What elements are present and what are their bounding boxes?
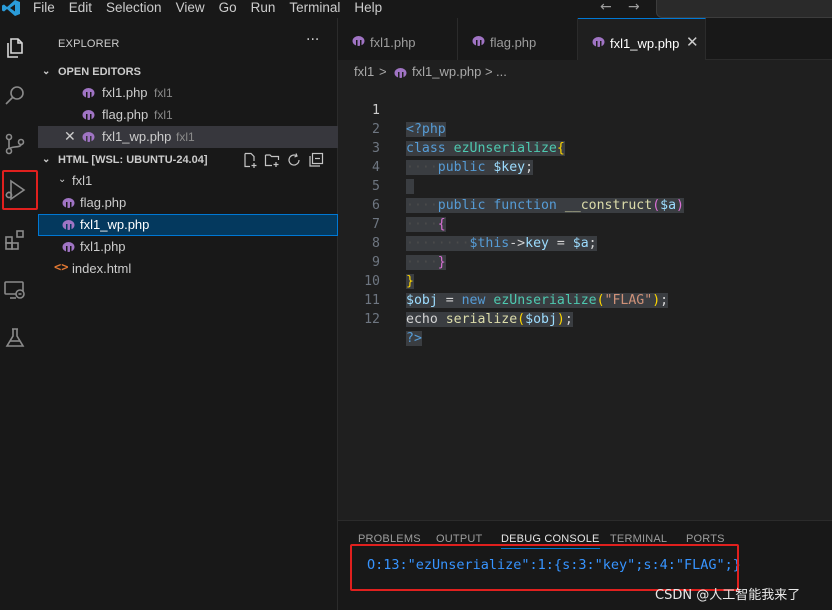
activity-bar [0, 18, 38, 610]
menu-view[interactable]: View [176, 0, 205, 18]
menu-run[interactable]: Run [251, 0, 276, 18]
explorer-toolbar [242, 152, 330, 170]
menu-go[interactable]: Go [219, 0, 237, 18]
menu-terminal[interactable]: Terminal [289, 0, 340, 18]
code-line: 5 ····public function __construct($a) [338, 158, 832, 213]
more-actions-icon[interactable]: ··· [306, 32, 319, 48]
code-line: 4 [338, 139, 832, 194]
code-line: 9 } [338, 234, 832, 289]
source-control-icon[interactable] [3, 132, 27, 156]
menu-edit[interactable]: Edit [69, 0, 92, 18]
breadcrumb-symbol[interactable]: ... [496, 64, 507, 79]
tab-fxl1-php[interactable]: fxl1.php [338, 18, 458, 60]
menu-selection[interactable]: Selection [106, 0, 162, 18]
close-tab-icon[interactable]: ✕ [686, 33, 699, 51]
explorer-sidebar: EXPLORER ··· ⌄ OPEN EDITORS fxl1.php fxl… [38, 18, 338, 610]
code-line: 10 $obj = new ezUnserialize("FLAG"); [338, 253, 832, 308]
refresh-icon[interactable] [286, 152, 308, 170]
php-file-icon [82, 110, 95, 120]
extensions-icon[interactable] [3, 228, 27, 252]
open-editors-header[interactable]: ⌄ OPEN EDITORS [38, 62, 338, 84]
php-file-icon [62, 220, 75, 230]
command-center-search[interactable] [656, 0, 832, 18]
explorer-icon[interactable] [3, 36, 27, 60]
title-bar: File Edit Selection View Go Run Terminal… [0, 0, 832, 18]
menu-file[interactable]: File [33, 0, 55, 18]
breadcrumb-file[interactable]: fxl1_wp.php [412, 64, 481, 79]
forward-arrow-icon[interactable]: → [628, 0, 640, 14]
chevron-right-icon: > [485, 64, 493, 79]
php-file-icon [472, 36, 485, 46]
tab-fxl1-wp-php[interactable]: fxl1_wp.php ✕ [578, 18, 706, 60]
file-tree-item[interactable]: fxl1.php [38, 236, 338, 258]
php-file-icon [62, 198, 75, 208]
menu-bar: File Edit Selection View Go Run Terminal… [33, 0, 396, 18]
back-arrow-icon[interactable]: ← [600, 0, 612, 14]
code-line: 3 ····public $key; [338, 120, 832, 175]
file-tree-item[interactable]: flag.php [38, 192, 338, 214]
chevron-down-icon: ⌄ [42, 154, 51, 165]
breadcrumb-folder[interactable]: fxl1 [354, 64, 374, 79]
code-line: 2 class ezUnserialize{ [338, 101, 832, 156]
vscode-logo-icon [2, 0, 20, 16]
workspace-header[interactable]: ⌄ HTML [WSL: UBUNTU-24.04] [38, 150, 338, 172]
chevron-right-icon: > [379, 64, 387, 79]
code-line: 1 <?php [338, 82, 832, 137]
watermark: CSDN @人工智能我来了 [655, 588, 801, 603]
php-file-icon [394, 68, 407, 78]
php-file-icon [82, 88, 95, 98]
annotation-box-run-debug [2, 170, 38, 210]
php-file-icon [82, 132, 95, 142]
open-editor-item[interactable]: flag.php fxl1 [38, 104, 338, 126]
explorer-title: EXPLORER [58, 38, 120, 50]
new-file-icon[interactable] [242, 152, 264, 170]
php-file-icon [352, 36, 365, 46]
tab-flag-php[interactable]: flag.php [458, 18, 578, 60]
collapse-all-icon[interactable] [308, 152, 330, 170]
code-editor[interactable]: 1 <?php 2 class ezUnserialize{ 3 ····pub… [338, 82, 832, 520]
chevron-down-icon: ⌄ [58, 174, 67, 185]
code-line: 8 ····} [338, 215, 832, 270]
html-file-icon: <> [54, 260, 69, 274]
php-file-icon [592, 37, 605, 47]
editor-tab-bar: fxl1.php flag.php fxl1_wp.php ✕ [338, 18, 832, 60]
remote-explorer-icon[interactable] [3, 278, 27, 302]
new-folder-icon[interactable] [264, 152, 286, 170]
code-line: 6 ····{ [338, 177, 832, 232]
open-editor-item[interactable]: fxl1.php fxl1 [38, 82, 338, 104]
close-editor-icon[interactable]: ✕ [64, 128, 76, 145]
chevron-down-icon: ⌄ [42, 66, 51, 77]
menu-help[interactable]: Help [354, 0, 382, 18]
line-number: 12 [364, 312, 380, 327]
testing-flask-icon[interactable] [3, 326, 27, 350]
open-editor-item-active[interactable]: ✕ fxl1_wp.php fxl1 [38, 126, 338, 148]
php-file-icon [62, 242, 75, 252]
folder-fxl1[interactable]: ⌄ fxl1 [38, 170, 338, 192]
code-line: 12 ?> [338, 291, 832, 346]
code-line: 11 echo serialize($obj); [338, 272, 832, 327]
file-tree-item[interactable]: <> index.html [38, 258, 338, 280]
code-line: 7 ········$this->key = $a; [338, 196, 832, 251]
search-icon[interactable] [3, 84, 27, 108]
file-tree-item-selected[interactable]: fxl1_wp.php [38, 214, 338, 236]
